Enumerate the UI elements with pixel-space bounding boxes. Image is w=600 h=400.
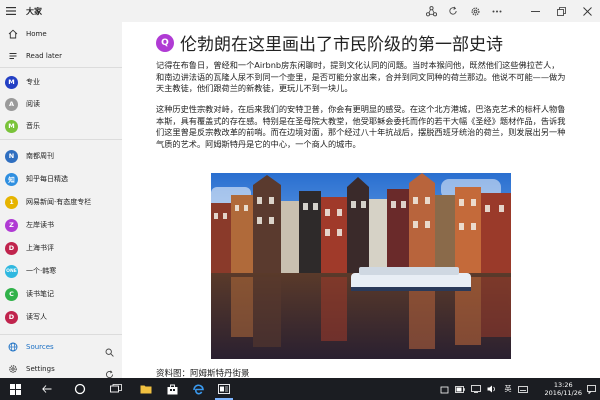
article-pane: Q 伦勃朗在这里画出了市民阶级的第一部史诗 记得在布鲁日，曾经和一个Airbnb… <box>122 22 600 378</box>
close-icon[interactable] <box>574 0 600 22</box>
sidebar-item-feed[interactable]: 知知乎每日精选 <box>0 168 122 190</box>
avatar: Z <box>5 218 18 232</box>
article-paragraph: 记得在布鲁日，曾经和一个Airbnb房东闲聊时，提到文化认同的问题。当时本猴问他… <box>156 60 566 93</box>
sidebar-item-label: 知乎每日精选 <box>26 175 68 183</box>
sidebar-item-label: 专业 <box>26 78 40 86</box>
minimize-icon[interactable] <box>522 0 548 22</box>
source-badge: Q <box>156 33 174 52</box>
sidebar-item-label: 网易新闻·有态度专栏 <box>26 198 92 206</box>
file-explorer-icon[interactable] <box>134 378 158 400</box>
photo-caption: 资料图：阿姆斯特丹街景 <box>156 369 250 378</box>
sidebar-item-category[interactable]: M 专业 <box>0 71 122 93</box>
hamburger-menu-icon[interactable] <box>0 0 22 22</box>
store-icon[interactable] <box>160 378 184 400</box>
avatar: 1 <box>5 195 18 209</box>
cortana-icon[interactable] <box>68 378 92 400</box>
keyboard-icon[interactable] <box>516 378 530 400</box>
clock-date: 2016/11/26 <box>544 389 582 397</box>
globe-icon <box>0 342 26 352</box>
sidebar-item-home[interactable]: Home <box>0 24 122 44</box>
title-bar: 大家 <box>0 0 600 22</box>
article-paragraph: 这种历史性宗教对峙，在后来我们的安特卫普，你会有更明显的感受。在这个北方港城，巴… <box>156 104 566 149</box>
sidebar-item-category[interactable]: A 阅读 <box>0 93 122 115</box>
volume-icon[interactable] <box>484 378 500 400</box>
edge-icon[interactable] <box>186 378 210 400</box>
article-title: Q 伦勃朗在这里画出了市民阶级的第一部史诗 <box>156 30 503 55</box>
sidebar-item-category[interactable]: M 音乐 <box>0 115 122 137</box>
settings-label: Settings <box>26 365 55 373</box>
sidebar-item-label: Home <box>26 30 47 38</box>
share-icon[interactable] <box>420 0 442 22</box>
article-photo <box>211 173 511 359</box>
sidebar-item-feed[interactable]: 1 网易新闻·有态度专栏 <box>0 191 122 213</box>
avatar: D <box>5 310 18 324</box>
app-running-icon[interactable] <box>212 378 236 400</box>
sidebar-item-label: 读写人 <box>26 313 47 321</box>
avatar: M <box>5 119 18 133</box>
sidebar-item-feed[interactable]: C 读书笔记 <box>0 283 122 305</box>
windows-logo-icon <box>9 383 21 395</box>
sidebar-item-read-later[interactable]: Read later <box>0 46 122 66</box>
sidebar-divider <box>0 334 122 335</box>
sidebar-item-feed[interactable]: D 读写人 <box>0 306 122 328</box>
home-icon <box>0 29 26 39</box>
ime-indicator[interactable]: 英 <box>500 378 516 400</box>
sidebar-item-feed[interactable]: ONE 一个·韩寒 <box>0 260 122 282</box>
sidebar-item-feed[interactable]: D 上海书评 <box>0 237 122 259</box>
sidebar: Home Read later M 专业 A 阅读 M 音乐 N 南都周刊知知乎每日精选 1 网… <box>0 22 122 379</box>
system-tray-icon[interactable] <box>436 378 452 400</box>
sidebar-item-feed[interactable]: Z 左岸读书 <box>0 214 122 236</box>
window-title: 大家 <box>26 6 42 16</box>
read-later-icon <box>0 51 26 61</box>
sidebar-item-label: 一个·韩寒 <box>26 267 57 275</box>
task-view-icon[interactable] <box>104 378 128 400</box>
taskbar: 英 13:26 2016/11/26 <box>0 378 600 400</box>
avatar: N <box>5 149 18 163</box>
sources-label: Sources <box>26 343 54 351</box>
avatar: D <box>5 241 18 255</box>
sidebar-item-label: Read later <box>26 52 62 60</box>
clock-time: 13:26 <box>553 381 573 389</box>
taskbar-clock[interactable]: 13:26 2016/11/26 <box>545 381 582 397</box>
avatar: C <box>5 287 18 301</box>
avatar: ONE <box>5 264 18 278</box>
sidebar-item-label: 阅读 <box>26 100 40 108</box>
ime-label: 英 <box>504 385 512 393</box>
avatar: M <box>5 75 18 89</box>
sidebar-item-settings[interactable]: Settings <box>0 359 122 379</box>
network-icon[interactable] <box>468 378 484 400</box>
more-options-icon[interactable] <box>486 0 508 22</box>
sidebar-item-label: 左岸读书 <box>26 221 54 229</box>
sidebar-item-label: 读书笔记 <box>26 290 54 298</box>
sidebar-divider <box>0 67 122 68</box>
sidebar-item-feed[interactable]: N 南都周刊 <box>0 145 122 167</box>
avatar: A <box>5 97 18 111</box>
notification-icon[interactable] <box>584 378 598 400</box>
start-button[interactable] <box>0 378 30 400</box>
sidebar-item-label: 南都周刊 <box>26 152 54 160</box>
avatar: 知 <box>5 172 18 186</box>
article-title-text: 伦勃朗在这里画出了市民阶级的第一部史诗 <box>180 35 503 55</box>
settings-gear-icon[interactable] <box>464 0 486 22</box>
refresh-icon[interactable] <box>442 0 464 22</box>
sidebar-item-label: 上海书评 <box>26 244 54 252</box>
sidebar-item-label: 音乐 <box>26 122 40 130</box>
back-arrow-icon[interactable] <box>36 378 58 400</box>
battery-icon[interactable] <box>452 378 468 400</box>
gear-icon <box>0 364 26 374</box>
sidebar-item-sources[interactable]: Sources <box>0 337 122 357</box>
restore-icon[interactable] <box>548 0 574 22</box>
sidebar-divider <box>0 139 122 140</box>
